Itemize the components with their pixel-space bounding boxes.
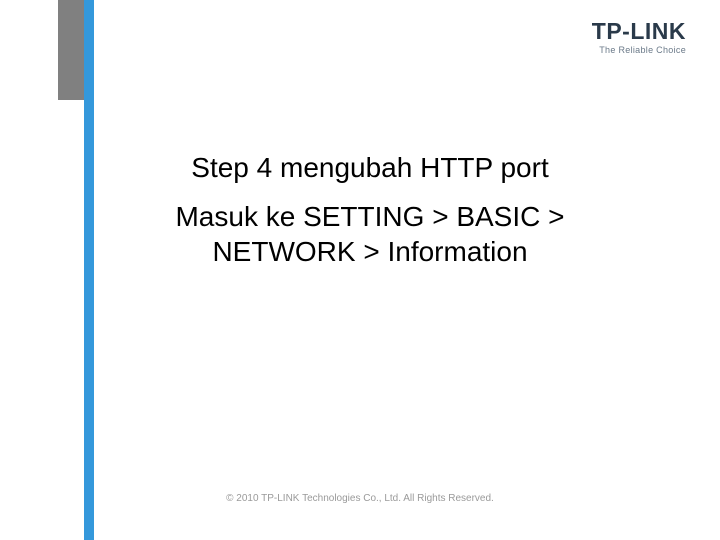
brand-name: TP-LINK <box>592 20 686 43</box>
decor-stripe-blue <box>84 0 94 540</box>
brand-logo: TP-LINK The Reliable Choice <box>592 20 686 55</box>
slide: TP-LINK The Reliable Choice Step 4 mengu… <box>0 0 720 540</box>
footer-copyright: © 2010 TP-LINK Technologies Co., Ltd. Al… <box>0 493 720 504</box>
content-block: Step 4 mengubah HTTP port Masuk ke SETTI… <box>150 150 590 269</box>
decor-stripe-gray <box>58 0 84 100</box>
slide-title: Step 4 mengubah HTTP port <box>150 150 590 185</box>
brand-tagline: The Reliable Choice <box>592 45 686 55</box>
slide-body: Masuk ke SETTING > BASIC > NETWORK > Inf… <box>150 199 590 269</box>
